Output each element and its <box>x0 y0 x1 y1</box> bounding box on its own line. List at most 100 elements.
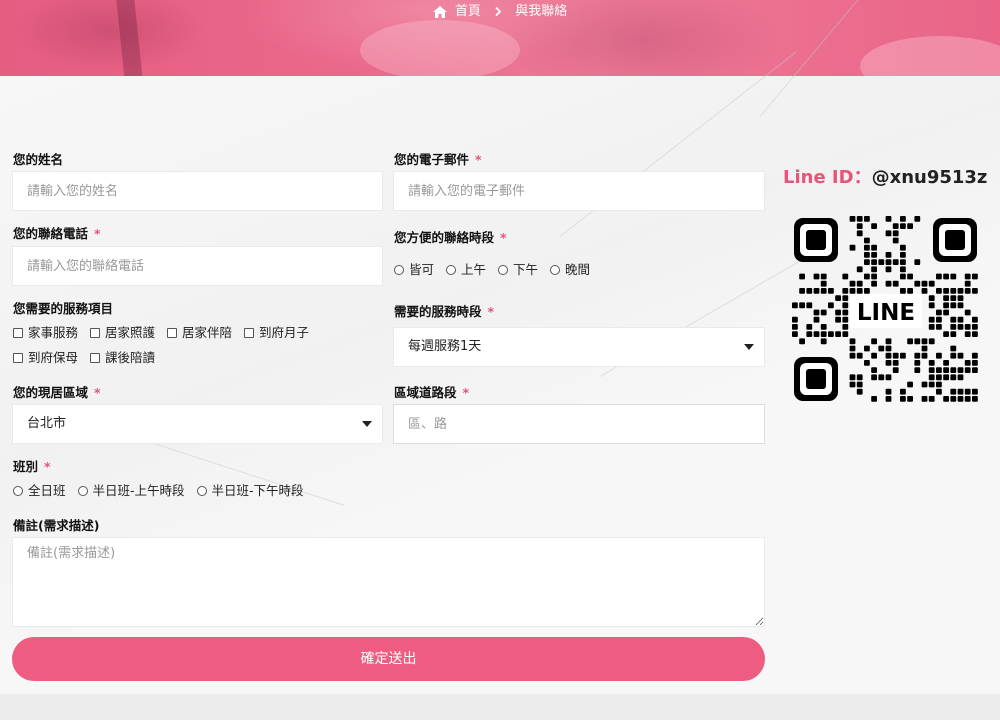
radio-button[interactable] <box>13 486 23 496</box>
checkbox[interactable] <box>90 328 100 338</box>
footer-strip <box>0 694 1000 720</box>
radio-button[interactable] <box>498 265 508 275</box>
service-period-select[interactable]: 每週服務1天 <box>393 327 765 367</box>
qr-module <box>842 302 849 309</box>
contact-time-option[interactable]: 上午 <box>446 262 486 278</box>
required-mark: * <box>94 226 101 241</box>
checkbox[interactable] <box>167 328 177 338</box>
qr-module <box>921 280 928 287</box>
caret-down-icon <box>362 421 372 427</box>
qr-module <box>950 367 957 373</box>
required-mark: * <box>94 385 101 400</box>
qr-module <box>936 316 942 323</box>
name-input[interactable] <box>12 171 383 211</box>
qr-module <box>957 316 964 323</box>
qr-module <box>856 374 863 381</box>
qr-module <box>878 345 885 352</box>
line-qr-code: LINE <box>792 216 978 402</box>
qr-module <box>921 338 928 345</box>
qr-module <box>849 381 856 388</box>
qr-module <box>928 367 935 373</box>
shift-option[interactable]: 全日班 <box>13 483 66 499</box>
qr-module <box>885 259 892 265</box>
qr-module <box>813 288 820 294</box>
qr-module <box>964 288 971 294</box>
radio-button[interactable] <box>77 486 88 496</box>
qr-module <box>828 331 834 337</box>
qr-module <box>936 367 942 373</box>
region-select[interactable]: 台北市 <box>12 404 383 444</box>
radio-button[interactable] <box>446 265 456 275</box>
contact-time-option[interactable]: 皆可 <box>394 262 434 278</box>
contact-time-option[interactable]: 下午 <box>498 262 538 278</box>
qr-module <box>842 331 849 337</box>
qr-module <box>900 388 906 395</box>
qr-module <box>864 345 870 352</box>
qr-module <box>871 280 877 287</box>
qr-module <box>950 316 957 323</box>
service-option[interactable]: 課後陪讀 <box>90 350 155 366</box>
checkbox[interactable] <box>244 328 254 338</box>
qr-module <box>972 273 978 280</box>
qr-module <box>950 374 957 381</box>
hero-decoration <box>360 20 520 76</box>
home-icon[interactable] <box>432 4 447 20</box>
qr-module <box>936 288 942 294</box>
qr-module <box>864 244 870 251</box>
phone-input[interactable] <box>12 246 383 286</box>
qr-module <box>936 388 942 395</box>
qr-module <box>849 338 856 345</box>
shift-option[interactable]: 半日班-下午時段 <box>196 483 304 499</box>
qr-module <box>972 324 978 330</box>
submit-button[interactable]: 確定送出 <box>12 637 765 681</box>
qr-module <box>900 216 906 222</box>
qr-module <box>950 345 957 352</box>
qr-module <box>900 352 906 359</box>
qr-module <box>849 244 856 251</box>
service-option[interactable]: 到府月子 <box>244 325 309 341</box>
qr-module <box>799 288 805 294</box>
qr-module <box>856 381 863 388</box>
services-options-row: 家事服務 居家照護 居家伴陪 到府月子 <box>13 325 317 341</box>
radio-button[interactable] <box>394 265 404 275</box>
qr-module <box>813 309 820 316</box>
required-mark: * <box>487 304 495 319</box>
qr-module <box>900 244 906 251</box>
radio-button[interactable] <box>196 486 207 496</box>
email-input[interactable] <box>393 171 765 211</box>
shift-label: 班別 * <box>13 459 51 474</box>
qr-module <box>936 273 942 280</box>
contact-time-option[interactable]: 晚間 <box>550 262 590 278</box>
checkbox[interactable] <box>13 328 23 338</box>
qr-module <box>914 259 921 265</box>
required-mark: * <box>475 152 482 167</box>
qr-module <box>871 273 877 280</box>
qr-module <box>892 352 899 359</box>
service-period-label: 需要的服務時段 * <box>394 304 495 319</box>
road-label: 區域道路段 * <box>394 385 470 400</box>
notes-label: 備註(需求描述) <box>13 518 100 533</box>
qr-module <box>928 302 935 309</box>
qr-module <box>885 230 892 237</box>
qr-module <box>828 288 834 294</box>
breadcrumb-home-link[interactable]: 首頁 <box>455 4 481 20</box>
checkbox[interactable] <box>13 353 23 363</box>
required-mark: * <box>500 230 507 245</box>
qr-module <box>921 396 928 402</box>
road-input[interactable] <box>393 404 765 444</box>
qr-module <box>914 352 921 359</box>
service-option[interactable]: 居家伴陪 <box>167 325 232 341</box>
qr-module <box>842 273 849 280</box>
notes-textarea[interactable] <box>12 537 765 627</box>
qr-module <box>820 324 827 330</box>
radio-button[interactable] <box>550 265 560 275</box>
qr-module <box>964 367 971 373</box>
service-option[interactable]: 家事服務 <box>13 325 78 341</box>
qr-module <box>849 374 856 381</box>
shift-option[interactable]: 半日班-上午時段 <box>77 483 185 499</box>
qr-module <box>835 309 841 316</box>
service-option[interactable]: 居家照護 <box>90 325 155 341</box>
checkbox[interactable] <box>90 353 100 363</box>
service-option[interactable]: 到府保母 <box>13 350 78 366</box>
qr-module <box>849 288 856 294</box>
